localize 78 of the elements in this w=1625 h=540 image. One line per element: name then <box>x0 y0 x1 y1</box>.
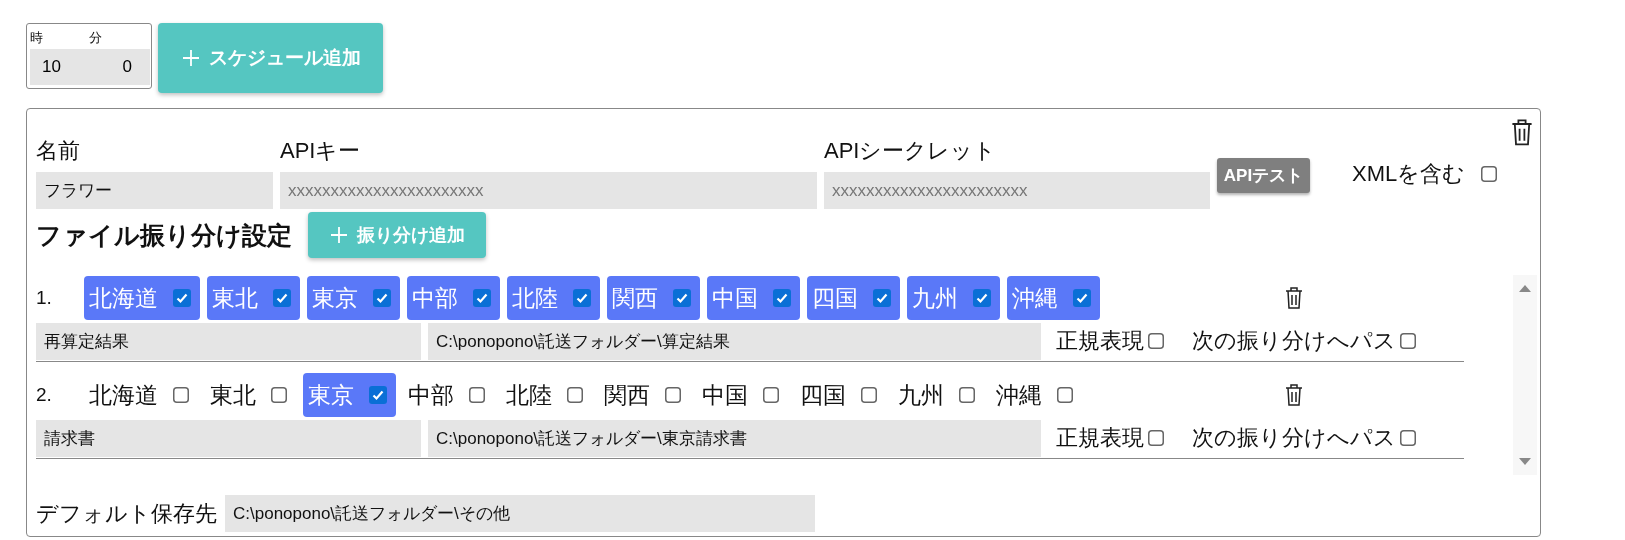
section-title: ファイル振り分け設定 <box>36 219 292 251</box>
scroll-down-icon[interactable] <box>1518 457 1532 467</box>
rule-number: 1. <box>36 287 53 309</box>
default-destination-field[interactable]: C:\ponopono\託送フォルダー\その他 <box>225 495 815 532</box>
checkbox[interactable] <box>469 387 485 403</box>
checkbox[interactable] <box>665 387 681 403</box>
checkbox[interactable] <box>1400 430 1416 446</box>
region-toggle[interactable]: 四国 <box>807 276 900 320</box>
region-toggle[interactable]: 北陸 <box>501 373 592 417</box>
trash-icon[interactable] <box>1284 383 1304 407</box>
region-toggle[interactable]: 東北 <box>205 373 296 417</box>
checkbox[interactable] <box>763 387 779 403</box>
checkbox[interactable] <box>173 289 191 307</box>
region-toggle[interactable]: 中部 <box>403 373 494 417</box>
api-key-label: APIキー <box>280 137 362 165</box>
api-test-button[interactable]: APIテスト <box>1217 158 1310 193</box>
api-secret-label: APIシークレット <box>824 137 998 165</box>
pass-next-label: 次の振り分けへパス <box>1192 424 1396 452</box>
checkbox[interactable] <box>373 289 391 307</box>
checkbox[interactable] <box>773 289 791 307</box>
region-toggle[interactable]: 関西 <box>599 373 690 417</box>
xml-label: XMLを含む <box>1352 160 1466 188</box>
regex-label: 正規表現 <box>1056 424 1144 452</box>
minute-field[interactable]: 0 <box>90 49 150 85</box>
checkbox[interactable] <box>673 289 691 307</box>
region-toggle[interactable]: 中部 <box>407 276 500 320</box>
checkbox[interactable] <box>369 386 387 404</box>
pass-next-label: 次の振り分けへパス <box>1192 327 1396 355</box>
rule-path-field[interactable]: C:\ponopono\託送フォルダー\東京請求書 <box>428 419 1041 457</box>
region-toggle[interactable]: 東京 <box>307 276 400 320</box>
default-destination-label: デフォルト保存先 <box>36 499 217 528</box>
checkbox[interactable] <box>567 387 583 403</box>
region-toggle[interactable]: 東京 <box>303 373 396 417</box>
rule-path-field[interactable]: C:\ponopono\託送フォルダー\算定結果 <box>428 322 1041 360</box>
api-key-field[interactable]: xxxxxxxxxxxxxxxxxxxxxxx <box>280 172 817 209</box>
hour-field[interactable]: 10 <box>30 49 90 85</box>
region-toggle[interactable]: 北海道 <box>84 373 198 417</box>
checkbox[interactable] <box>173 387 189 403</box>
checkbox[interactable] <box>973 289 991 307</box>
rule-number: 2. <box>36 384 53 406</box>
scroll-up-icon[interactable] <box>1518 283 1532 293</box>
name-label: 名前 <box>36 137 81 165</box>
region-toggle[interactable]: 中国 <box>697 373 788 417</box>
checkbox[interactable] <box>1400 333 1416 349</box>
checkbox[interactable] <box>959 387 975 403</box>
plus-icon <box>329 225 349 245</box>
minute-label: 分 <box>89 29 103 47</box>
scrollbar[interactable] <box>1513 275 1537 475</box>
checkbox[interactable] <box>1057 387 1073 403</box>
checkbox[interactable] <box>1481 166 1498 182</box>
regex-label: 正規表現 <box>1056 327 1144 355</box>
hour-label: 時 <box>30 29 44 47</box>
checkbox[interactable] <box>271 387 287 403</box>
region-toggle[interactable]: 九州 <box>893 373 984 417</box>
region-toggle[interactable]: 沖縄 <box>1007 276 1100 320</box>
region-toggle[interactable]: 九州 <box>907 276 1000 320</box>
region-toggle[interactable]: 四国 <box>795 373 886 417</box>
rule-name-field[interactable]: 再算定結果 <box>36 322 421 360</box>
trash-icon[interactable] <box>1510 118 1534 147</box>
region-toggle[interactable]: 中国 <box>707 276 800 320</box>
name-field[interactable]: フラワー <box>36 172 273 209</box>
checkbox[interactable] <box>473 289 491 307</box>
region-toggle[interactable]: 北海道 <box>84 276 200 320</box>
checkbox[interactable] <box>1073 289 1091 307</box>
region-toggle[interactable]: 東北 <box>207 276 300 320</box>
checkbox[interactable] <box>573 289 591 307</box>
checkbox[interactable] <box>873 289 891 307</box>
checkbox[interactable] <box>861 387 877 403</box>
region-toggle[interactable]: 関西 <box>607 276 700 320</box>
region-toggle[interactable]: 北陸 <box>507 276 600 320</box>
plus-icon <box>180 48 201 68</box>
rule-name-field[interactable]: 請求書 <box>36 419 421 457</box>
checkbox[interactable] <box>273 289 291 307</box>
checkbox[interactable] <box>1148 333 1164 349</box>
checkbox[interactable] <box>1148 430 1164 446</box>
region-toggle[interactable]: 沖縄 <box>991 373 1082 417</box>
api-secret-field[interactable]: xxxxxxxxxxxxxxxxxxxxxxx <box>824 172 1210 209</box>
trash-icon[interactable] <box>1284 286 1304 310</box>
